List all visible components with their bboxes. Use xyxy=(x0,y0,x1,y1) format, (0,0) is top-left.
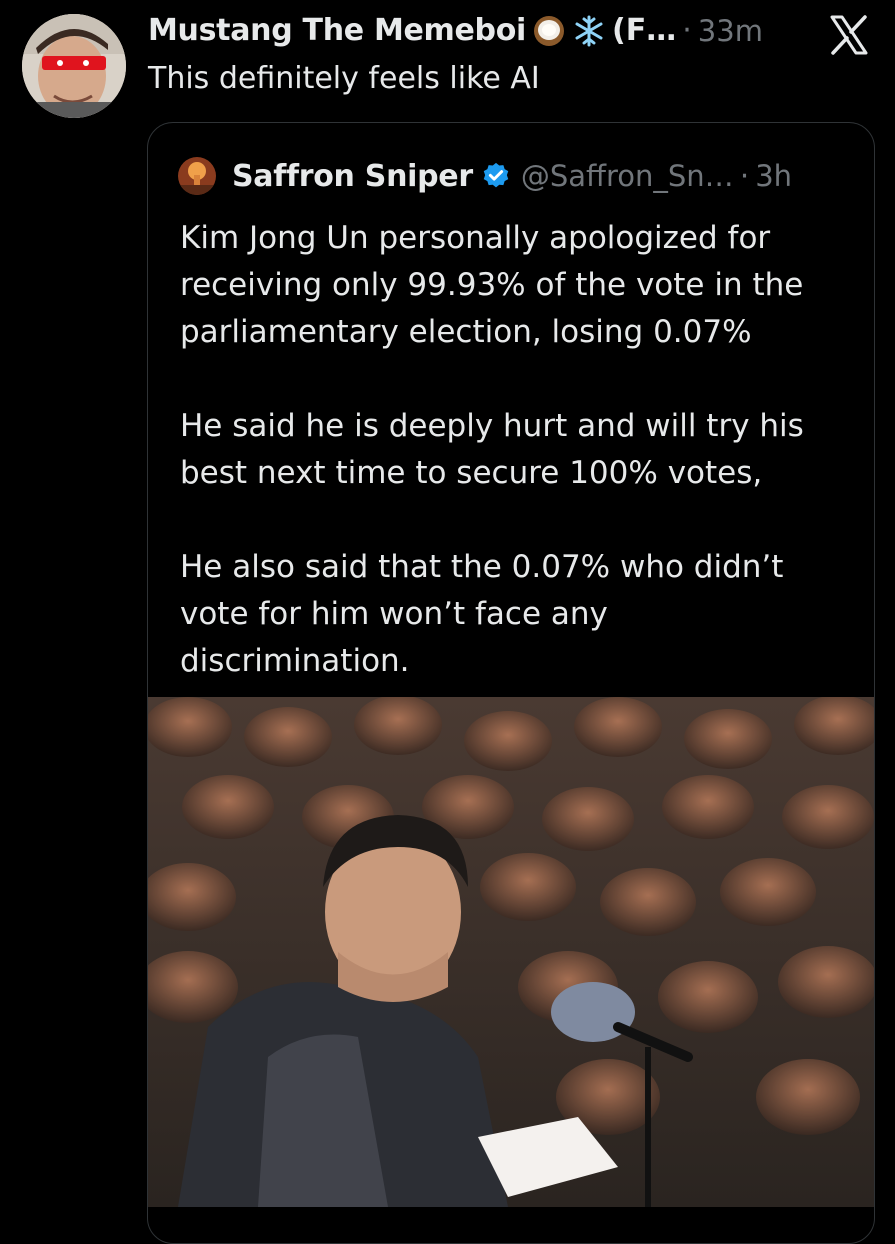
quoted-paragraph: Kim Jong Un personally apologized for re… xyxy=(180,220,804,350)
quoted-post-text: Kim Jong Un personally apologized for re… xyxy=(180,215,850,732)
quoted-paragraph: He also said that the 0.07% who didn’t v… xyxy=(180,549,784,679)
quoted-header-separator: · xyxy=(739,158,750,194)
quoted-paragraph: He said he is deeply hurt and will try h… xyxy=(180,408,804,491)
snowflake-emoji-icon xyxy=(572,14,606,48)
author-avatar-image xyxy=(22,14,126,118)
author-name-suffix: (F… xyxy=(612,13,677,48)
x-logo-icon[interactable] xyxy=(828,14,870,56)
quoted-post-photo[interactable] xyxy=(148,697,874,1207)
verified-badge-icon xyxy=(483,162,509,188)
quoted-author-handle[interactable]: @Saffron_Sn… xyxy=(521,159,734,193)
quoted-post-header: Saffron Sniper @Saffron_Sn… · 3h xyxy=(178,153,792,199)
author-avatar[interactable] xyxy=(22,14,126,118)
header-separator: · xyxy=(682,13,692,48)
post-header: Mustang The Memeboi (F… · 33m xyxy=(148,8,763,54)
speaker-at-podium-photo xyxy=(148,697,874,1207)
quoted-post-timestamp[interactable]: 3h xyxy=(755,159,792,193)
quoted-post[interactable]: Saffron Sniper @Saffron_Sn… · 3h Kim Jon… xyxy=(147,122,875,1244)
quoted-author-avatar[interactable] xyxy=(178,157,216,195)
coconut-emoji-icon xyxy=(532,14,566,48)
post-text: This definitely feels like AI xyxy=(148,61,540,96)
post: Mustang The Memeboi (F… · 33m This defin… xyxy=(0,0,895,1244)
author-name[interactable]: Mustang The Memeboi xyxy=(148,8,526,54)
post-timestamp[interactable]: 33m xyxy=(698,8,763,54)
quoted-author-name[interactable]: Saffron Sniper xyxy=(232,159,473,194)
